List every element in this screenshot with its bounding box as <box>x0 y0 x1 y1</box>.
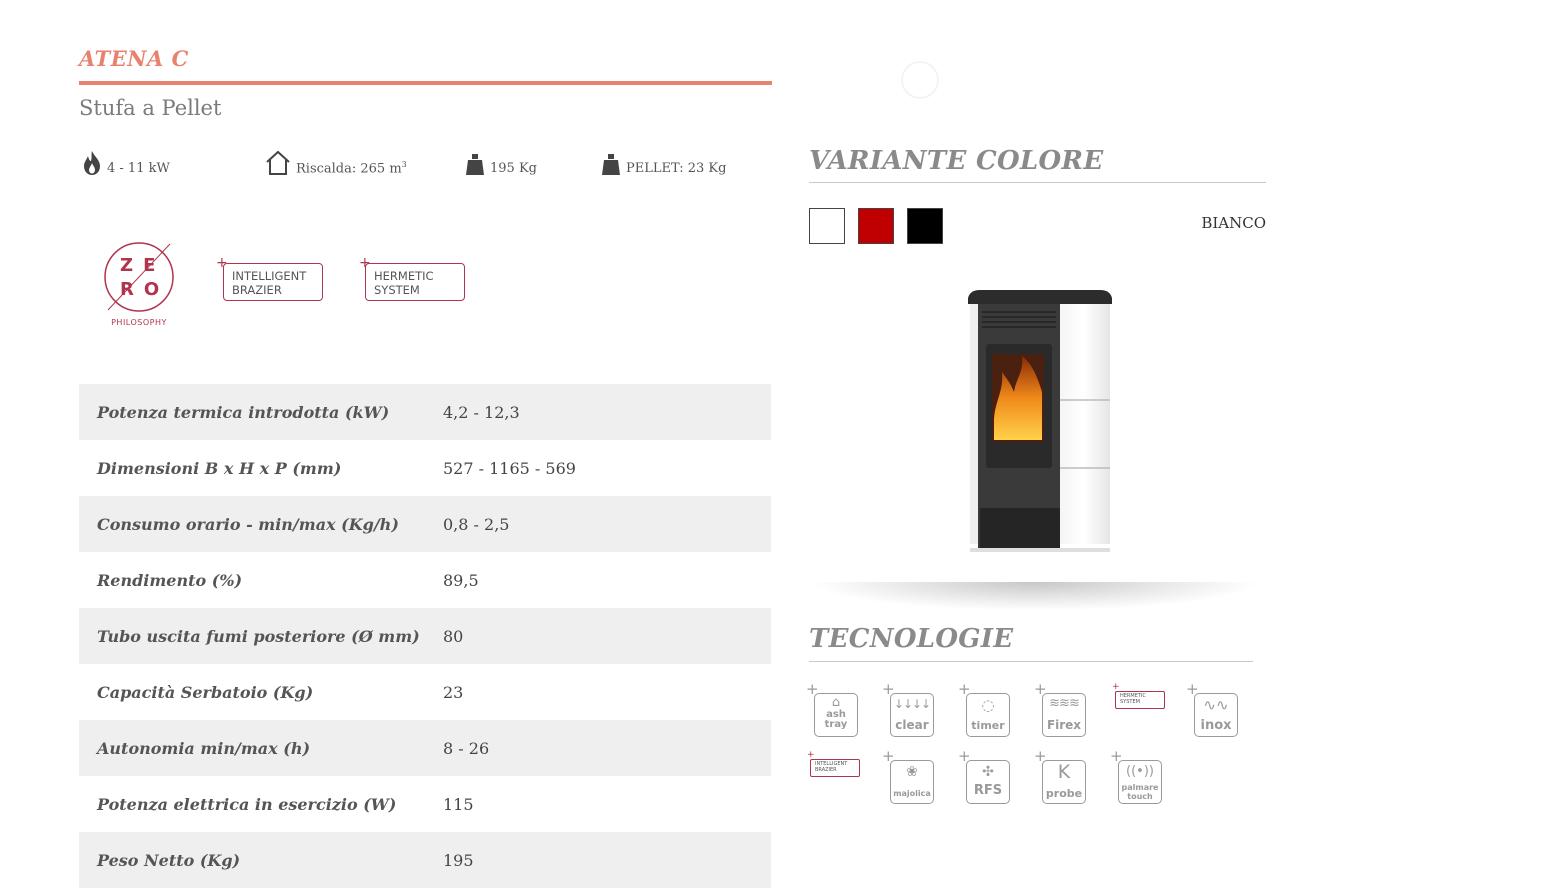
variant-divider <box>809 182 1266 183</box>
spec-label: Autonomia min/max (h) <box>79 720 443 776</box>
spec-heating-text: Riscalda: 265 m3 <box>296 159 407 176</box>
spec-label: Capacità Serbatoio (Kg) <box>97 682 314 702</box>
variant-section-title: VARIANTE COLORE <box>809 146 1104 176</box>
spec-value: 527 - 1165 - 569 <box>443 458 576 478</box>
swatch-rosso[interactable] <box>858 208 894 244</box>
product-subtitle: Stufa a Pellet <box>79 96 222 120</box>
weight-icon <box>602 154 620 175</box>
spec-label: Peso Netto (Kg) <box>79 832 443 888</box>
flame-icon <box>84 151 100 175</box>
spec-value: 80 <box>443 608 771 664</box>
tech-section-title: TECNOLOGIE <box>809 624 1014 654</box>
selected-color-label: BIANCO <box>1201 214 1266 232</box>
spec-value: 115 <box>443 794 474 814</box>
product-title: ATENA C <box>79 46 189 71</box>
table-row: Potenza termica introdotta (kW) 4,2 - 12,… <box>79 384 771 440</box>
hermetic-system-icon: + HERMETIC SYSTEM <box>1112 683 1165 709</box>
spec-value: 8 - 26 <box>443 720 771 776</box>
clear-icon: + ↓↓↓↓ clear <box>882 682 936 738</box>
title-divider <box>79 81 772 85</box>
inox-icon: + ∿∿ inox <box>1186 682 1240 738</box>
stove-image <box>968 290 1112 552</box>
table-row: Dimensioni B x H x P (mm) 527 - 1165 - 56… <box>79 440 771 496</box>
spec-value: 0,8 - 2,5 <box>443 496 771 552</box>
spec-table: Potenza termica introdotta (kW) 4,2 - 12,… <box>79 384 771 888</box>
probe-icon: + K probe <box>1034 749 1088 805</box>
table-row: Capacità Serbatoio (Kg) 23 <box>79 664 771 720</box>
hermetic-system-label: HERMETIC SYSTEM <box>365 263 465 301</box>
table-row: Consumo orario - min/max (Kg/h) 0,8 - 2,5 <box>79 496 771 552</box>
intelligent-brazier-icon: + INTELLIGENT BRAZIER <box>807 751 860 777</box>
firex-icon: + ≋≋≋ Firex <box>1034 682 1088 738</box>
intelligent-brazier-badge: + INTELLIGENT BRAZIER <box>216 256 326 306</box>
spec-value: 195 <box>443 832 771 888</box>
table-row: Tubo uscita fumi posteriore (Ø mm) 80 <box>79 608 771 664</box>
stove-shadow <box>815 582 1255 610</box>
spec-value: 89,5 <box>443 570 479 590</box>
palmare-touch-icon: + ((•)) palmare touch <box>1110 749 1164 805</box>
swatch-bianco[interactable] <box>809 208 845 244</box>
house-icon <box>266 150 290 175</box>
spec-pellet-text: PELLET: 23 Kg <box>626 161 727 176</box>
spec-pellet: PELLET: 23 Kg <box>601 146 726 176</box>
intelligent-brazier-label: INTELLIGENT BRAZIER <box>223 263 323 301</box>
spec-value: 4,2 - 12,3 <box>443 384 771 440</box>
table-row: Potenza elettrica in esercizio (W) 115 <box>79 776 771 832</box>
ash-tray-icon: + ⌂ ash tray <box>806 682 860 738</box>
majolica-icon: + ❀ majolica <box>882 749 936 805</box>
zero-caption: PHILOSOPHY <box>111 318 167 327</box>
spec-power: 4 - 11 kW <box>82 146 170 176</box>
weight-icon <box>466 154 484 175</box>
hermetic-system-badge: + HERMETIC SYSTEM <box>359 256 469 306</box>
swatch-nero[interactable] <box>907 208 943 244</box>
spec-value: 23 <box>443 682 464 702</box>
rfs-icon: + ✣ RFS <box>958 749 1012 805</box>
spec-label: Rendimento (%) <box>97 570 243 590</box>
zero-letters: ZE RO <box>120 255 170 300</box>
table-row: Rendimento (%) 89,5 <box>79 552 771 608</box>
spec-label: Dimensioni B x H x P (mm) <box>97 458 342 478</box>
spec-power-text: 4 - 11 kW <box>107 161 170 176</box>
timer-icon: + ◌ timer <box>958 682 1012 738</box>
spec-label: Consumo orario - min/max (Kg/h) <box>79 496 443 552</box>
table-row: Peso Netto (Kg) 195 <box>79 832 771 888</box>
spec-heating: Riscalda: 265 m3 <box>265 146 407 176</box>
ghost-icon <box>901 61 939 99</box>
spec-label: Tubo uscita fumi posteriore (Ø mm) <box>79 608 443 664</box>
spec-weight: 195 Kg <box>465 146 537 176</box>
tech-divider <box>809 661 1253 662</box>
spec-label: Potenza elettrica in esercizio (W) <box>97 794 397 814</box>
spec-label: Potenza termica introdotta (kW) <box>79 384 443 440</box>
spec-weight-text: 195 Kg <box>490 161 537 176</box>
zero-philosophy-badge: ZE RO PHILOSOPHY <box>102 240 176 330</box>
table-row: Autonomia min/max (h) 8 - 26 <box>79 720 771 776</box>
